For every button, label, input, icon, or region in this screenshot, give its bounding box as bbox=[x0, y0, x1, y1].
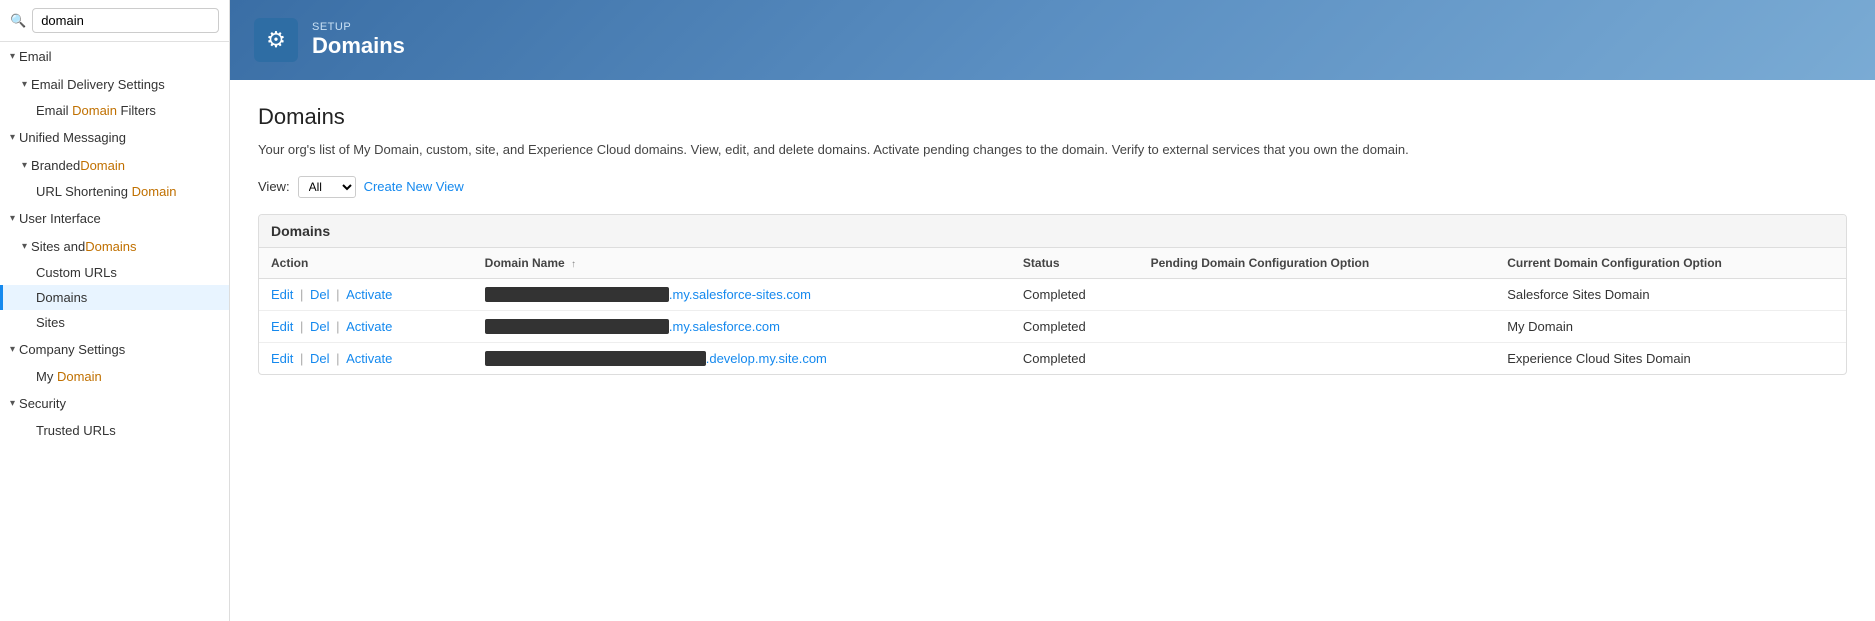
header-icon: ⚙ bbox=[254, 18, 298, 62]
col-action: Action bbox=[259, 248, 473, 279]
content-area: Domains Your org's list of My Domain, cu… bbox=[230, 80, 1875, 621]
sidebar-item-email-delivery-label: Email Delivery Settings bbox=[31, 77, 165, 92]
chevron-icon: ▾ bbox=[10, 398, 15, 409]
col-pending-config: Pending Domain Configuration Option bbox=[1139, 248, 1496, 279]
domain-link-1[interactable]: .my.salesforce-sites.com bbox=[669, 287, 811, 302]
sidebar-item-security[interactable]: ▾ Security bbox=[0, 389, 229, 418]
view-bar: View: All Create New View bbox=[258, 176, 1847, 198]
edit-link-3[interactable]: Edit bbox=[271, 351, 293, 366]
table-row: Edit | Del | Activate ██████████████████… bbox=[259, 342, 1846, 374]
col-status: Status bbox=[1011, 248, 1139, 279]
action-links: Edit | Del | Activate bbox=[271, 319, 392, 334]
row2-current-config: My Domain bbox=[1495, 310, 1846, 342]
domain-link-3[interactable]: .develop.my.site.com bbox=[706, 351, 827, 366]
action-links: Edit | Del | Activate bbox=[271, 287, 392, 302]
row2-pending bbox=[1139, 310, 1496, 342]
sort-icon: ↑ bbox=[571, 259, 576, 270]
sidebar-item-unified-messaging-label: Unified Messaging bbox=[19, 130, 126, 145]
page-title: Domains bbox=[258, 104, 1847, 130]
highlight-domain: Domain bbox=[57, 369, 102, 384]
row3-domain: ████████████████████████.develop.my.site… bbox=[473, 342, 1011, 374]
chevron-icon: ▾ bbox=[22, 241, 27, 252]
chevron-icon: ▾ bbox=[10, 132, 15, 143]
sidebar-item-security-label: Security bbox=[19, 396, 66, 411]
view-label: View: bbox=[258, 179, 290, 194]
activate-link-1[interactable]: Activate bbox=[346, 287, 392, 302]
highlight-domain: Domain bbox=[80, 158, 125, 173]
del-link-3[interactable]: Del bbox=[310, 351, 330, 366]
page-header: ⚙ SETUP Domains bbox=[230, 0, 1875, 80]
page-description: Your org's list of My Domain, custom, si… bbox=[258, 140, 1847, 160]
redacted-domain-2: ████████████████████ bbox=[485, 319, 669, 334]
main-content: ⚙ SETUP Domains Domains Your org's list … bbox=[230, 0, 1875, 621]
sidebar-item-email-domain-filters[interactable]: Email Domain Filters bbox=[0, 98, 229, 123]
sidebar-item-company-settings-label: Company Settings bbox=[19, 342, 125, 357]
nav-section: ▾ Email ▾ Email Delivery Settings Email … bbox=[0, 42, 229, 443]
del-link-1[interactable]: Del bbox=[310, 287, 330, 302]
highlight-domain: Domain bbox=[72, 103, 117, 118]
sidebar-item-my-domain[interactable]: My Domain bbox=[0, 364, 229, 389]
search-input[interactable] bbox=[32, 8, 219, 33]
row3-pending bbox=[1139, 342, 1496, 374]
create-new-view-link[interactable]: Create New View bbox=[364, 179, 464, 194]
highlight-domain: Domain bbox=[132, 184, 177, 199]
row3-status: Completed bbox=[1011, 342, 1139, 374]
del-link-2[interactable]: Del bbox=[310, 319, 330, 334]
edit-link-1[interactable]: Edit bbox=[271, 287, 293, 302]
row3-action: Edit | Del | Activate bbox=[259, 342, 473, 374]
chevron-icon: ▾ bbox=[10, 51, 15, 62]
header-title: Domains bbox=[312, 33, 405, 59]
sidebar-item-branded-domain[interactable]: ▾ Branded Domain bbox=[0, 152, 229, 179]
row1-domain: ████████████████████.my.salesforce-sites… bbox=[473, 278, 1011, 310]
sidebar-item-user-interface-label: User Interface bbox=[19, 211, 101, 226]
sidebar-item-email[interactable]: ▾ Email bbox=[0, 42, 229, 71]
search-bar: 🔍 bbox=[0, 0, 229, 42]
action-links: Edit | Del | Activate bbox=[271, 351, 392, 366]
edit-link-2[interactable]: Edit bbox=[271, 319, 293, 334]
domain-link-2[interactable]: .my.salesforce.com bbox=[669, 319, 780, 334]
row3-current-config: Experience Cloud Sites Domain bbox=[1495, 342, 1846, 374]
row2-status: Completed bbox=[1011, 310, 1139, 342]
sidebar-item-sites-and-domains[interactable]: ▾ Sites and Domains bbox=[0, 233, 229, 260]
activate-link-3[interactable]: Activate bbox=[346, 351, 392, 366]
sidebar-item-custom-urls[interactable]: Custom URLs bbox=[0, 260, 229, 285]
sidebar-item-domains[interactable]: Domains bbox=[0, 285, 229, 310]
domains-table-container: Domains Action Domain Name ↑ Status Pend… bbox=[258, 214, 1847, 375]
row1-pending bbox=[1139, 278, 1496, 310]
table-header-bar: Domains bbox=[259, 215, 1846, 248]
redacted-domain-3: ████████████████████████ bbox=[485, 351, 706, 366]
row1-action: Edit | Del | Activate bbox=[259, 278, 473, 310]
sidebar-item-unified-messaging[interactable]: ▾ Unified Messaging bbox=[0, 123, 229, 152]
chevron-icon: ▾ bbox=[22, 160, 27, 171]
col-current-config: Current Domain Configuration Option bbox=[1495, 248, 1846, 279]
redacted-domain-1: ████████████████████ bbox=[485, 287, 669, 302]
view-select[interactable]: All bbox=[298, 176, 356, 198]
row2-action: Edit | Del | Activate bbox=[259, 310, 473, 342]
row1-status: Completed bbox=[1011, 278, 1139, 310]
table-row: Edit | Del | Activate ██████████████████… bbox=[259, 310, 1846, 342]
chevron-icon: ▾ bbox=[10, 344, 15, 355]
header-text: SETUP Domains bbox=[312, 21, 405, 59]
gear-icon: ⚙ bbox=[266, 27, 286, 53]
sidebar-item-trusted-urls[interactable]: Trusted URLs bbox=[0, 418, 229, 443]
activate-link-2[interactable]: Activate bbox=[346, 319, 392, 334]
sidebar-item-user-interface[interactable]: ▾ User Interface bbox=[0, 204, 229, 233]
sidebar-item-sites[interactable]: Sites bbox=[0, 310, 229, 335]
sidebar-item-url-shortening-domain[interactable]: URL Shortening Domain bbox=[0, 179, 229, 204]
sidebar-item-email-delivery-settings[interactable]: ▾ Email Delivery Settings bbox=[0, 71, 229, 98]
setup-label: SETUP bbox=[312, 21, 405, 33]
table-header-row: Action Domain Name ↑ Status Pending Doma… bbox=[259, 248, 1846, 279]
col-domain-name: Domain Name ↑ bbox=[473, 248, 1011, 279]
sidebar-item-company-settings[interactable]: ▾ Company Settings bbox=[0, 335, 229, 364]
chevron-icon: ▾ bbox=[10, 213, 15, 224]
row2-domain: ████████████████████.my.salesforce.com bbox=[473, 310, 1011, 342]
chevron-icon: ▾ bbox=[22, 79, 27, 90]
table-row: Edit | Del | Activate ██████████████████… bbox=[259, 278, 1846, 310]
row1-current-config: Salesforce Sites Domain bbox=[1495, 278, 1846, 310]
highlight-domains: Domains bbox=[85, 239, 136, 254]
sidebar-item-email-label: Email bbox=[19, 49, 52, 64]
domains-table: Action Domain Name ↑ Status Pending Doma… bbox=[259, 248, 1846, 374]
sidebar: 🔍 ▾ Email ▾ Email Delivery Settings Emai… bbox=[0, 0, 230, 621]
search-icon: 🔍 bbox=[10, 13, 26, 29]
